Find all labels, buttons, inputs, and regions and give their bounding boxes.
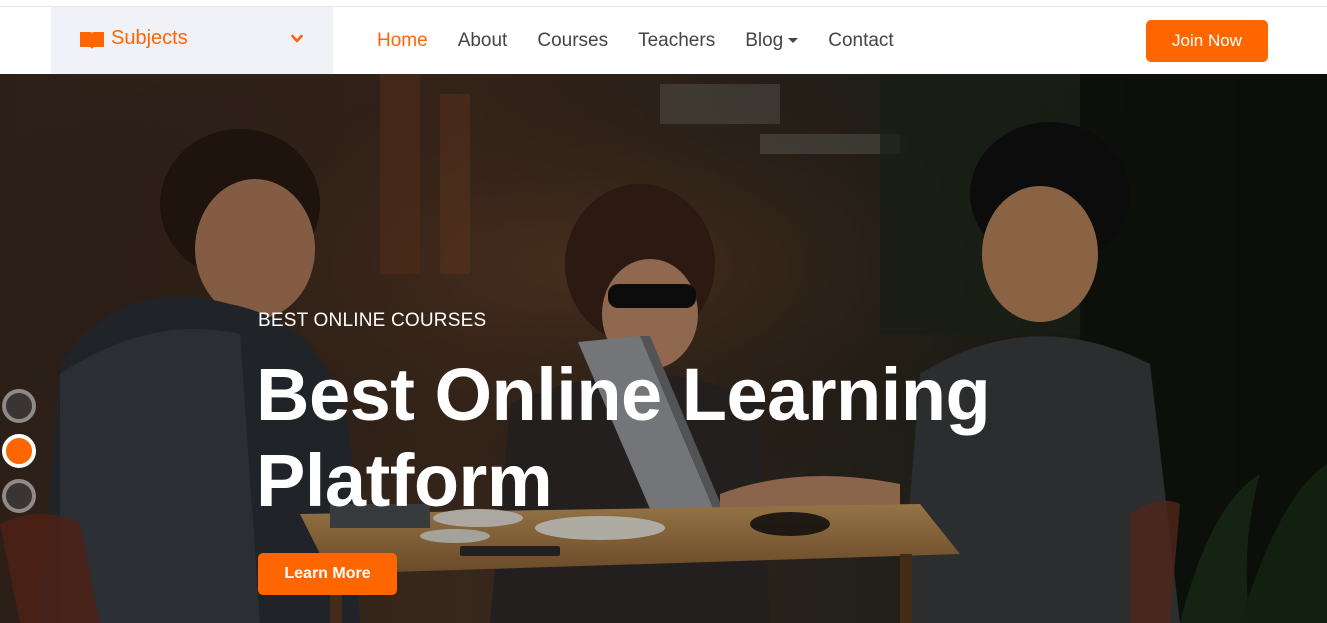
join-now-button[interactable]: Join Now — [1146, 20, 1268, 62]
nav-link-home[interactable]: Home — [377, 30, 428, 52]
book-icon — [80, 32, 104, 49]
hero-carousel: BEST ONLINE COURSES Best Online Learning… — [0, 74, 1327, 623]
subjects-label: Subjects — [111, 27, 188, 49]
carousel-dot-1[interactable] — [2, 389, 36, 423]
subjects-dropdown[interactable]: Subjects — [51, 7, 333, 74]
learn-more-button[interactable]: Learn More — [258, 553, 397, 595]
caret-down-icon — [788, 38, 799, 43]
hero-kicker: BEST ONLINE COURSES — [258, 310, 487, 331]
hero-headline-line2: Platform — [256, 439, 553, 522]
nav-link-contact[interactable]: Contact — [828, 30, 893, 52]
chevron-down-icon — [291, 34, 303, 43]
carousel-dot-2[interactable] — [2, 434, 36, 468]
nav-link-blog[interactable]: Blog — [745, 29, 799, 52]
nav-link-about[interactable]: About — [458, 30, 508, 52]
hero-headline-line1: Best Online Learning — [256, 353, 991, 436]
nav-link-teachers[interactable]: Teachers — [638, 30, 715, 52]
hero-overlay — [0, 74, 1327, 623]
carousel-dot-3[interactable] — [2, 479, 36, 513]
top-border — [0, 0, 1327, 7]
nav-link-blog-label: Blog — [745, 29, 784, 51]
navbar: Subjects Home About Courses Teachers Blo… — [0, 7, 1327, 74]
hero-headline: Best Online Learning Platform — [256, 352, 1076, 524]
nav-link-courses[interactable]: Courses — [537, 30, 608, 52]
main-menu: Home About Courses Teachers Blog Contact — [362, 7, 909, 74]
